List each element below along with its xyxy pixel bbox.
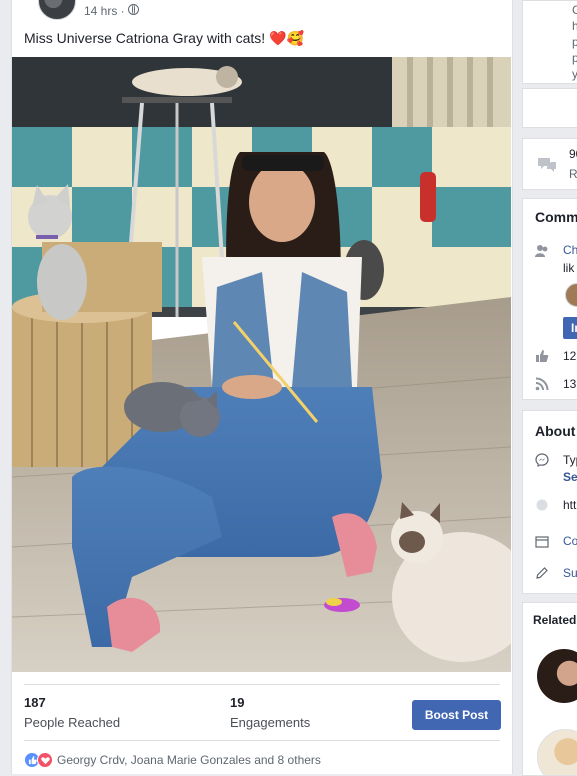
about-type-label: Typ	[563, 453, 577, 467]
total-likes-count: 12	[563, 349, 577, 363]
messenger-icon	[535, 453, 549, 467]
about-category[interactable]: Co	[563, 534, 577, 548]
engagements-count[interactable]: 19	[230, 695, 244, 710]
post-card: 14 hrs · Miss Universe Catriona Gray wit…	[11, 0, 513, 774]
stats-count: 90	[569, 147, 577, 161]
about-website[interactable]: htt	[563, 498, 576, 512]
friend-avatar[interactable]	[565, 283, 577, 307]
related-page-avatar[interactable]	[537, 729, 577, 775]
website-globe-icon	[536, 499, 548, 511]
total-follows-count: 13	[563, 377, 577, 391]
related-pages-card: Related	[522, 602, 577, 776]
related-pages-title[interactable]: Related	[533, 613, 576, 627]
rss-follow-icon	[535, 377, 549, 391]
cropped-text: G	[572, 3, 577, 17]
cropped-text: p	[572, 51, 577, 65]
post-timestamp[interactable]: 14 hrs ·	[84, 4, 125, 18]
reactions-text[interactable]: Georgy Crdv, Joana Marie Gonzales and 8 …	[57, 753, 321, 767]
feather-toy	[324, 598, 360, 612]
reactions-summary[interactable]: Georgy Crdv, Joana Marie Gonzales and 8 …	[24, 752, 321, 768]
community-likes-text: lik	[563, 261, 575, 275]
right-sidebar: G h p p y 90 R Comm Ch lik In 12	[522, 0, 577, 776]
blank-card	[522, 88, 577, 128]
thumbs-up-icon	[536, 350, 549, 362]
globe-icon	[128, 4, 139, 15]
post-photo[interactable]	[12, 57, 511, 672]
page-avatar[interactable]	[38, 0, 76, 20]
about-type-link[interactable]: Se	[563, 470, 577, 484]
people-icon	[535, 245, 548, 257]
invite-button[interactable]: In	[563, 317, 577, 339]
about-suggest-edits[interactable]: Su	[563, 566, 577, 580]
stats-divider	[24, 684, 500, 685]
community-friend-link[interactable]: Ch	[563, 243, 577, 257]
engagements-label: Engagements	[230, 715, 311, 730]
top-info-card: G h p p y	[522, 0, 577, 84]
stats-card: 90 R	[522, 138, 577, 190]
messages-icon	[538, 158, 556, 172]
people-reached-count[interactable]: 187	[24, 695, 46, 710]
about-title[interactable]: About	[535, 423, 575, 439]
post-header: 14 hrs ·	[24, 0, 504, 22]
cropped-text: p	[572, 35, 577, 49]
related-page-avatar[interactable]	[537, 649, 577, 703]
pencil-icon	[536, 567, 548, 579]
cropped-text: y	[572, 67, 577, 81]
category-icon	[535, 536, 549, 548]
about-card: About Typ Se htt Co Su	[522, 410, 577, 594]
people-reached-label: People Reached	[24, 715, 121, 730]
boost-post-button[interactable]: Boost Post	[412, 700, 501, 730]
community-title[interactable]: Comm	[535, 209, 577, 225]
reactions-divider	[24, 740, 500, 741]
love-reaction-icon	[37, 752, 53, 768]
cropped-text: h	[572, 19, 577, 33]
fire-extinguisher	[420, 172, 436, 222]
community-card: Comm Ch lik In 12 13	[522, 198, 577, 400]
post-text: Miss Universe Catriona Gray with cats! ❤…	[24, 30, 304, 46]
stats-label: R	[569, 167, 577, 181]
